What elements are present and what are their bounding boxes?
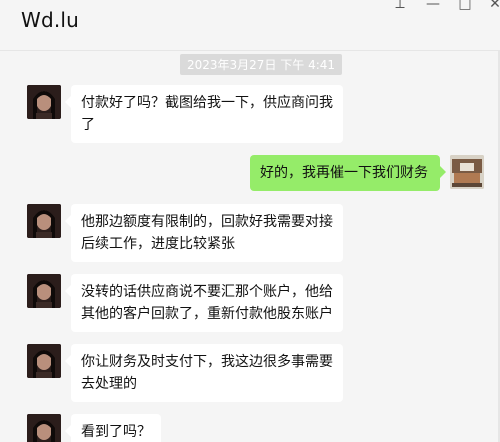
user-avatar[interactable] bbox=[450, 155, 484, 189]
message-bubble-incoming[interactable]: 付款好了吗？截图给我一下，供应商问我了 bbox=[65, 85, 343, 143]
minimize-icon[interactable]: — bbox=[423, 0, 443, 14]
message-bubble-outgoing[interactable]: 好的，我再催一下我们财务 bbox=[250, 155, 446, 191]
contact-avatar[interactable] bbox=[27, 85, 61, 119]
contact-avatar-image bbox=[27, 274, 61, 308]
message-text: 好的，我再催一下我们财务 bbox=[260, 165, 428, 181]
message-timestamp: 2023年3月27日 下午 4:41 bbox=[180, 54, 343, 75]
contact-avatar-image bbox=[27, 85, 61, 119]
user-avatar-image bbox=[450, 155, 484, 189]
message-bubble-incoming[interactable]: 看到了吗？ bbox=[65, 414, 161, 442]
message-text: 看到了吗？ bbox=[81, 424, 151, 440]
pin-icon[interactable]: ⟂ bbox=[390, 0, 410, 14]
title-bar: Wd.lu ⟂ — □ ✕ bbox=[0, 0, 500, 51]
contact-avatar[interactable] bbox=[27, 414, 61, 442]
chat-title: Wd.lu bbox=[21, 8, 80, 32]
maximize-icon[interactable]: □ bbox=[455, 0, 475, 14]
message-bubble-incoming[interactable]: 没转的话供应商说不要汇那个账户，他给其他的客户回款了，重新付款他股东账户 bbox=[65, 274, 343, 332]
message-bubble-incoming[interactable]: 他那边额度有限制的，回款好我需要对接后续工作，进度比较紧张 bbox=[65, 204, 343, 262]
message-text: 没转的话供应商说不要汇那个账户，他给其他的客户回款了，重新付款他股东账户 bbox=[81, 284, 333, 322]
message-text: 你让财务及时支付下，我这边很多事需要去处理的 bbox=[81, 354, 333, 392]
contact-avatar-image bbox=[27, 344, 61, 378]
message-bubble-incoming[interactable]: 你让财务及时支付下，我这边很多事需要去处理的 bbox=[65, 344, 343, 402]
contact-avatar-image bbox=[27, 204, 61, 238]
contact-avatar-image bbox=[27, 414, 61, 442]
chat-window: Wd.lu ⟂ — □ ✕ 2023年3月27日 下午 4:41 付款好了吗？截… bbox=[0, 0, 500, 442]
contact-avatar[interactable] bbox=[27, 344, 61, 378]
contact-avatar[interactable] bbox=[27, 274, 61, 308]
message-text: 付款好了吗？截图给我一下，供应商问我了 bbox=[81, 95, 333, 133]
close-icon[interactable]: ✕ bbox=[485, 0, 500, 14]
message-text: 他那边额度有限制的，回款好我需要对接后续工作，进度比较紧张 bbox=[81, 214, 333, 252]
contact-avatar[interactable] bbox=[27, 204, 61, 238]
